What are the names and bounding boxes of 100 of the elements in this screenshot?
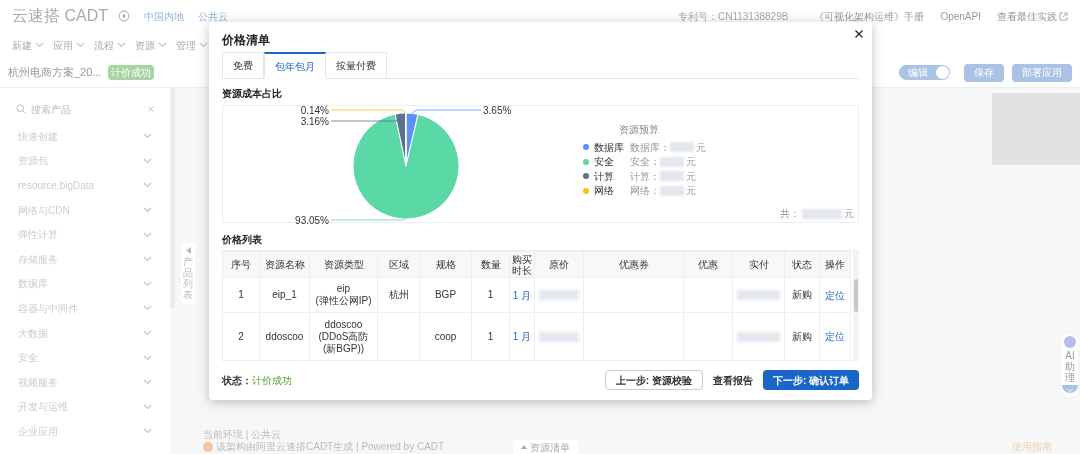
total-label: 共： bbox=[780, 207, 800, 221]
column-header: 购买时长 bbox=[509, 251, 535, 278]
column-header: 状态 bbox=[784, 251, 820, 278]
column-header: 操作 bbox=[819, 251, 851, 278]
legend-name: 计算 bbox=[594, 169, 615, 184]
scrollbar-thumb[interactable] bbox=[854, 279, 858, 312]
table-cell: BGP bbox=[419, 277, 472, 313]
edit-toggle[interactable]: 编辑 bbox=[899, 65, 950, 80]
column-header: 优惠 bbox=[683, 251, 733, 278]
menu-item[interactable]: 新建 bbox=[12, 37, 44, 53]
header-link[interactable]: 查看最佳实践 bbox=[997, 8, 1068, 24]
column-header: 序号 bbox=[222, 251, 260, 278]
section-title: 价格列表 bbox=[222, 233, 263, 247]
menu-item[interactable]: 应用 bbox=[53, 37, 85, 53]
table-cell: 1 bbox=[471, 312, 510, 361]
chevron-down-icon bbox=[143, 330, 152, 337]
table-cell: 2 bbox=[222, 312, 260, 361]
table-cell: eip_1 bbox=[259, 277, 310, 313]
column-header: 区域 bbox=[377, 251, 420, 278]
menu-item[interactable]: 流程 bbox=[94, 37, 126, 53]
legend-name: 数据库 bbox=[594, 140, 625, 155]
dialog-title: 价格清单 bbox=[222, 32, 270, 49]
app-logo: 云速搭 CADT bbox=[12, 6, 108, 26]
collapse-left-icon bbox=[185, 247, 191, 254]
redacted-value bbox=[539, 331, 579, 342]
redacted-value bbox=[539, 290, 579, 301]
legend-title: 资源预算 bbox=[618, 123, 660, 137]
chevron-down-icon bbox=[158, 42, 167, 48]
menu-item[interactable]: 管理 bbox=[176, 37, 208, 53]
chevron-down-icon bbox=[143, 133, 152, 140]
chevron-down-icon bbox=[143, 182, 152, 189]
legend-name: 网络 bbox=[594, 184, 615, 199]
resource-list-tab[interactable]: 资源清单 bbox=[513, 440, 578, 454]
data-label: 3.16% bbox=[300, 115, 329, 127]
region-link[interactable]: 公共云 bbox=[198, 8, 228, 24]
data-label: 0.14% bbox=[300, 106, 329, 116]
tab[interactable]: 免费 bbox=[222, 52, 264, 79]
status-badge: 计价成功 bbox=[107, 65, 154, 80]
status-value: 计价成功 bbox=[252, 373, 292, 388]
chevron-down-icon bbox=[143, 231, 152, 238]
column-header: 原价 bbox=[534, 251, 584, 278]
data-label: 3.65% bbox=[483, 106, 512, 116]
tab[interactable]: 按量付费 bbox=[326, 52, 387, 79]
logo-icon bbox=[203, 442, 213, 452]
chevron-down-icon bbox=[143, 354, 152, 361]
legend-label: 安全： bbox=[630, 155, 660, 170]
table-cell: 1 bbox=[471, 277, 510, 313]
header-link[interactable]: OpenAPI bbox=[940, 8, 981, 24]
leader-line bbox=[411, 109, 482, 114]
redacted-value bbox=[737, 290, 780, 301]
patent-number: 专利号：CN113138829B bbox=[677, 9, 789, 24]
clear-icon[interactable] bbox=[148, 106, 154, 112]
caret-up-icon bbox=[521, 445, 527, 449]
menu-item[interactable]: 资源 bbox=[135, 37, 167, 53]
table-cell: ddoscoo (DDoS高防 (新BGP)) bbox=[309, 312, 378, 361]
region-link[interactable]: 中国内地 bbox=[144, 8, 184, 24]
project-title: 杭州电商方案_20... bbox=[8, 65, 102, 81]
column-header: 资源类型 bbox=[309, 251, 378, 278]
guide-link[interactable]: 使用指南 bbox=[1012, 439, 1052, 454]
section-title: 资源成本占比 bbox=[222, 87, 283, 101]
footer-button[interactable]: 上一步: 资源校验 bbox=[604, 370, 703, 390]
assistant-icon bbox=[1064, 336, 1076, 348]
close-icon[interactable] bbox=[855, 30, 863, 38]
chevron-down-icon bbox=[143, 256, 152, 263]
toolbar-button[interactable]: 部署应用 bbox=[1012, 63, 1072, 82]
chevron-down-icon bbox=[143, 379, 152, 386]
header-link[interactable]: 《可视化架构运维》手册 bbox=[814, 8, 925, 24]
footer-button[interactable]: 查看报告 bbox=[702, 370, 763, 390]
column-header: 数量 bbox=[471, 251, 510, 278]
toolbar-button[interactable]: 保存 bbox=[964, 63, 1004, 82]
currency-unit: 元 bbox=[844, 207, 854, 221]
ai-assistant-tab[interactable]: AI助理 bbox=[1062, 334, 1078, 397]
footer-button[interactable]: 下一步: 确认订单 bbox=[762, 370, 859, 390]
play-icon[interactable] bbox=[118, 10, 130, 22]
table-cell: ddoscoo bbox=[259, 312, 310, 361]
table-link[interactable]: 1 月 bbox=[512, 331, 532, 343]
legend-label: 计算： bbox=[630, 169, 660, 184]
legend-name: 安全 bbox=[594, 155, 615, 170]
legend-label: 网络： bbox=[630, 184, 660, 199]
data-label: 93.05% bbox=[295, 214, 329, 224]
chevron-down-icon bbox=[143, 280, 152, 287]
column-header: 资源名称 bbox=[259, 251, 310, 278]
chevron-down-icon bbox=[199, 42, 208, 48]
table-cell: 1 bbox=[222, 277, 260, 313]
chevron-down-icon bbox=[76, 42, 85, 48]
tab[interactable]: 包年包月 bbox=[264, 52, 326, 79]
chevron-down-icon bbox=[143, 428, 152, 435]
table-cell: 新购 bbox=[784, 312, 820, 361]
search-icon bbox=[16, 104, 26, 114]
table-cell: eip (弹性公网IP) bbox=[309, 277, 378, 313]
chevron-down-icon bbox=[143, 305, 152, 312]
currency-unit: 元 bbox=[696, 140, 706, 155]
column-header: 优惠券 bbox=[583, 251, 684, 278]
status-label: 状态： bbox=[222, 373, 252, 388]
table-cell: 杭州 bbox=[377, 277, 420, 313]
external-link-icon bbox=[1059, 11, 1068, 21]
column-header: 规格 bbox=[419, 251, 472, 278]
redacted-value bbox=[737, 331, 780, 342]
chevron-down-icon bbox=[117, 42, 126, 48]
table-link[interactable]: 定位 bbox=[825, 331, 845, 343]
